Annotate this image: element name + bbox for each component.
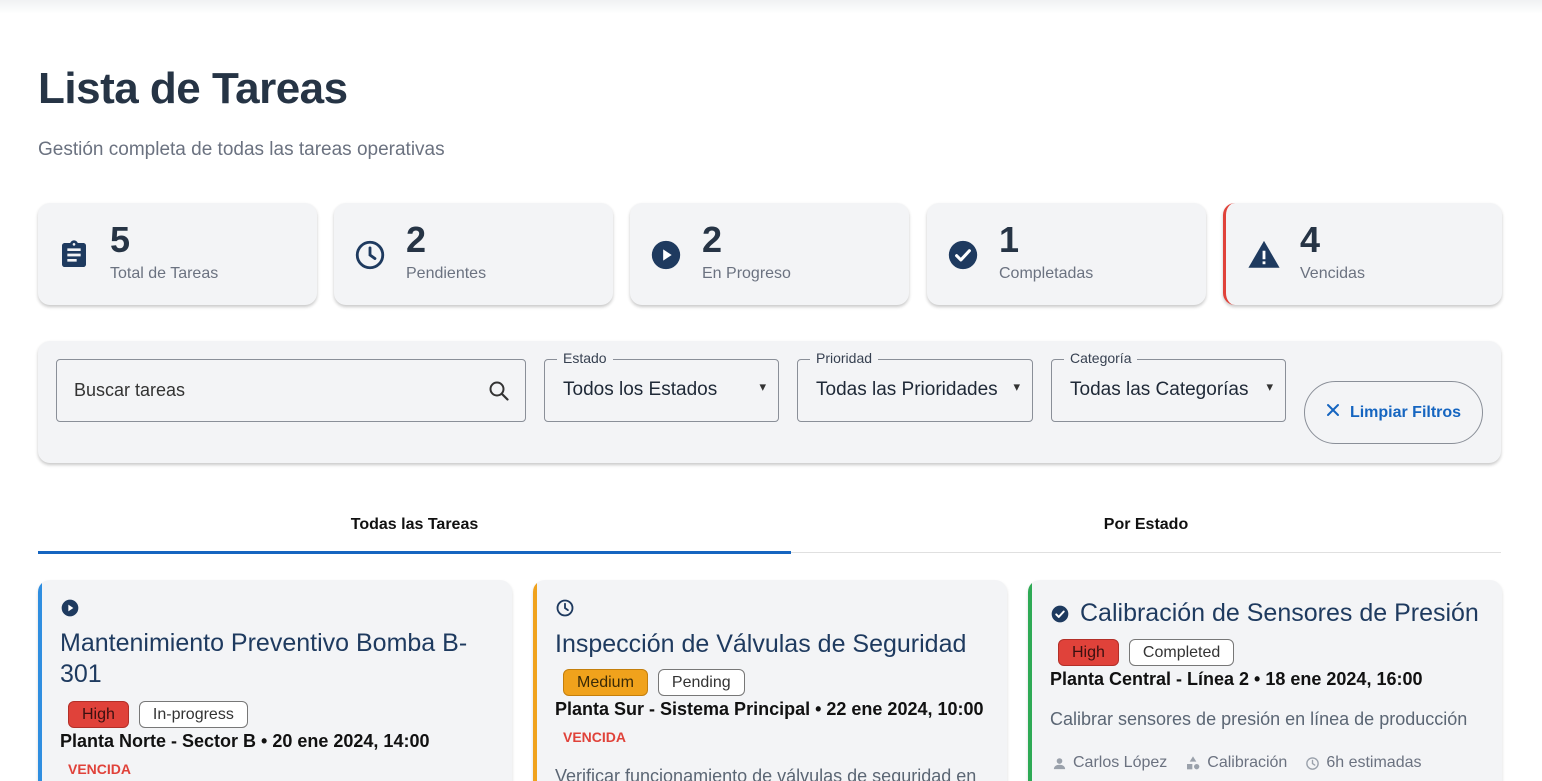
play-circle-icon bbox=[648, 237, 684, 273]
filter-panel: Estado Todos los Estados ▾ Prioridad Tod… bbox=[38, 341, 1501, 463]
stat-label: Total de Tareas bbox=[110, 265, 219, 282]
stat-value: 4 bbox=[1300, 219, 1321, 260]
chevron-down-icon: ▾ bbox=[1266, 379, 1273, 394]
stat-value: 5 bbox=[110, 219, 131, 260]
stat-card-completed: 1 Completadas bbox=[927, 203, 1206, 305]
task-location: Planta Sur - Sistema Principal • 22 ene … bbox=[555, 699, 984, 719]
close-icon bbox=[1326, 403, 1340, 422]
stat-card-pending: 2 Pendientes bbox=[334, 203, 613, 305]
category-icon bbox=[1185, 755, 1201, 771]
check-circle-icon bbox=[1050, 604, 1070, 624]
task-chips: Medium Pending bbox=[563, 669, 745, 696]
select-label: Categoría bbox=[1064, 350, 1138, 366]
task-title: Calibración de Sensores de Presión bbox=[1050, 598, 1479, 629]
select-value: Todas las Categorías bbox=[1070, 379, 1249, 400]
card-accent bbox=[533, 580, 537, 781]
tab-by-status[interactable]: Por Estado bbox=[791, 498, 1501, 552]
stat-value: 2 bbox=[406, 219, 427, 260]
categoria-select[interactable]: Categoría Todas las Categorías ▾ bbox=[1051, 350, 1286, 422]
status-badge: Completed bbox=[1128, 639, 1235, 666]
stat-value: 1 bbox=[999, 219, 1020, 260]
card-accent bbox=[38, 580, 42, 781]
priority-badge: Medium bbox=[563, 669, 648, 696]
clear-filters-button[interactable]: Limpiar Filtros bbox=[1304, 381, 1483, 444]
clock-icon bbox=[555, 598, 575, 618]
task-meta: Carlos López Calibración 6h estimadas bbox=[1052, 754, 1422, 772]
stat-value: 2 bbox=[702, 219, 723, 260]
estimate-value: 6h estimadas bbox=[1326, 754, 1422, 771]
select-label: Estado bbox=[557, 350, 613, 366]
stat-card-total: 5 Total de Tareas bbox=[38, 203, 317, 305]
task-title-text: Calibración de Sensores de Presión bbox=[1080, 599, 1479, 627]
estado-select[interactable]: Estado Todos los Estados ▾ bbox=[544, 350, 779, 422]
stat-card-in-progress: 2 En Progreso bbox=[630, 203, 909, 305]
overdue-label: VENCIDA bbox=[563, 729, 627, 745]
category-name: Calibración bbox=[1207, 754, 1288, 771]
search-input[interactable] bbox=[57, 360, 525, 421]
task-card[interactable]: Mantenimiento Preventivo Bomba B- 301 Hi… bbox=[38, 580, 512, 781]
clock-icon bbox=[1305, 756, 1320, 771]
estimate: 6h estimadas bbox=[1305, 754, 1422, 772]
stat-label: Vencidas bbox=[1300, 265, 1365, 282]
task-title-line: Mantenimiento Preventivo Bomba B- bbox=[60, 629, 468, 657]
select-value: Todos los Estados bbox=[563, 379, 718, 400]
overdue-label: VENCIDA bbox=[68, 761, 132, 777]
tab-all-tasks[interactable]: Todas las Tareas bbox=[38, 498, 791, 554]
prioridad-select[interactable]: Prioridad Todas las Prioridades ▾ bbox=[797, 350, 1033, 422]
select-value: Todas las Prioridades bbox=[816, 379, 998, 400]
warning-icon bbox=[1246, 237, 1282, 273]
status-badge: Pending bbox=[657, 669, 745, 696]
category: Calibración bbox=[1185, 754, 1287, 772]
task-description: Calibrar sensores de presión en línea de… bbox=[1050, 709, 1468, 729]
priority-badge: High bbox=[1058, 639, 1119, 666]
stat-label: En Progreso bbox=[702, 265, 791, 282]
search-field bbox=[56, 359, 526, 422]
task-card[interactable]: Calibración de Sensores de Presión High … bbox=[1028, 580, 1502, 781]
check-circle-icon bbox=[945, 237, 981, 273]
clear-filters-label: Limpiar Filtros bbox=[1349, 403, 1462, 421]
priority-badge: High bbox=[68, 701, 129, 728]
clipboard-icon bbox=[56, 237, 92, 273]
assignee-name: Carlos López bbox=[1073, 754, 1168, 771]
task-chips: High Completed bbox=[1058, 639, 1235, 666]
card-accent bbox=[1028, 580, 1032, 781]
assignee: Carlos López bbox=[1052, 754, 1167, 772]
task-title: Inspección de Válvulas de Seguridad bbox=[555, 630, 967, 658]
page-title: Lista de Tareas bbox=[38, 64, 348, 113]
stat-card-overdue: 4 Vencidas bbox=[1223, 203, 1502, 305]
stat-label: Completadas bbox=[999, 265, 1094, 282]
task-title: Mantenimiento Preventivo Bomba B- 301 bbox=[60, 628, 467, 690]
task-card[interactable]: Inspección de Válvulas de Seguridad Medi… bbox=[533, 580, 1007, 781]
chevron-down-icon: ▾ bbox=[759, 379, 766, 394]
page-subtitle: Gestión completa de todas las tareas ope… bbox=[38, 139, 445, 160]
task-location: Planta Central - Línea 2 • 18 ene 2024, … bbox=[1050, 669, 1423, 689]
task-location: Planta Norte - Sector B • 20 ene 2024, 1… bbox=[60, 731, 430, 751]
status-badge: In-progress bbox=[138, 701, 248, 728]
task-title-line: 301 bbox=[60, 660, 102, 688]
stat-label: Pendientes bbox=[406, 265, 487, 282]
chevron-down-icon: ▾ bbox=[1013, 379, 1020, 394]
select-label: Prioridad bbox=[810, 350, 879, 366]
task-chips: High In-progress bbox=[68, 701, 248, 728]
search-icon[interactable] bbox=[487, 379, 511, 403]
person-icon bbox=[1052, 756, 1067, 771]
play-circle-icon bbox=[60, 598, 80, 618]
view-tabs: Todas las Tareas Por Estado bbox=[38, 498, 1501, 554]
top-bar bbox=[0, 0, 1542, 14]
task-description: Verificar funcionamiento de válvulas de … bbox=[555, 766, 977, 781]
clock-icon bbox=[352, 237, 388, 273]
